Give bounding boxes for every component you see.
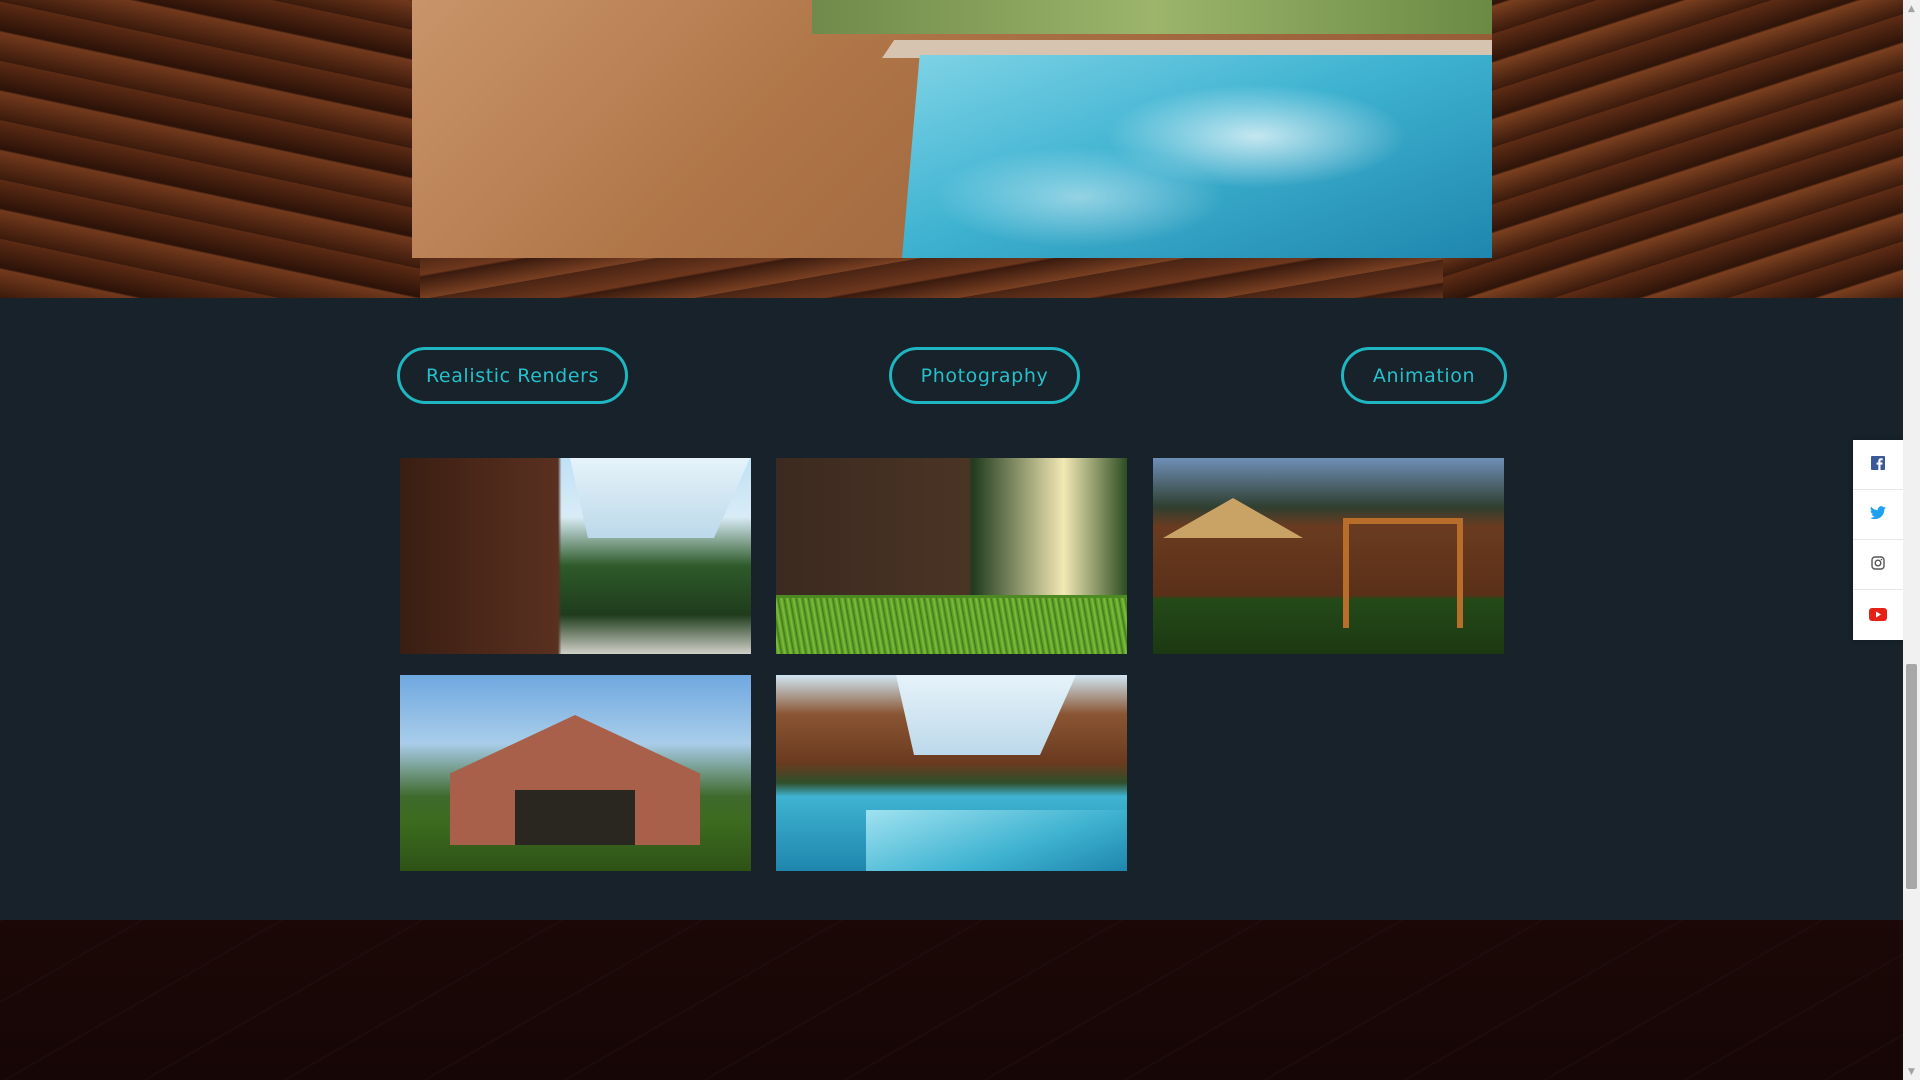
facebook-link[interactable] [1853, 440, 1903, 490]
twitter-icon [1870, 505, 1886, 524]
instagram-link[interactable] [1853, 540, 1903, 590]
umbrella-shape [1163, 498, 1303, 538]
gallery-thumb-garden-umbrella-swing[interactable] [1153, 458, 1504, 654]
filter-animation-button[interactable]: Animation [1341, 347, 1507, 404]
gallery-thumb-glass-house-grass[interactable] [776, 458, 1127, 654]
house-opening-shape [515, 790, 635, 845]
filter-photography-button[interactable]: Photography [889, 347, 1080, 404]
filter-realistic-renders-label: Realistic Renders [425, 364, 600, 387]
wood-wall-left [0, 0, 420, 298]
gallery-thumb-indoor-pool[interactable] [776, 675, 1127, 871]
facebook-icon [1871, 455, 1885, 474]
twitter-link[interactable] [1853, 490, 1903, 540]
hero-section [0, 0, 1903, 298]
gallery-thumb-pool-house-interior[interactable] [400, 458, 751, 654]
filter-realistic-renders-button[interactable]: Realistic Renders [397, 347, 628, 404]
hero-pool-image [412, 0, 1492, 258]
social-sidebar [1853, 440, 1903, 640]
skylight-shape [896, 675, 1076, 755]
pool-water-shape [866, 810, 1127, 871]
hero-pool-water [902, 55, 1492, 258]
youtube-icon [1869, 606, 1887, 625]
filter-photography-label: Photography [920, 364, 1049, 387]
swing-shape [1343, 518, 1463, 628]
wood-wall-right [1443, 0, 1903, 298]
scrollbar-thumb[interactable] [1906, 664, 1917, 889]
skylight-shape [570, 458, 750, 538]
filter-animation-label: Animation [1372, 364, 1476, 387]
scroll-up-arrow-icon[interactable]: ▲ [1903, 0, 1920, 17]
scroll-down-arrow-icon[interactable]: ▼ [1903, 1063, 1920, 1080]
gallery-thumb-brick-pool-house[interactable] [400, 675, 751, 871]
hero-window [812, 0, 1492, 34]
youtube-link[interactable] [1853, 590, 1903, 640]
grass-shape [776, 598, 1127, 654]
instagram-icon [1871, 555, 1885, 574]
footer-wood-background [0, 920, 1903, 1080]
page-scrollbar[interactable]: ▲ ▼ [1903, 0, 1920, 1080]
